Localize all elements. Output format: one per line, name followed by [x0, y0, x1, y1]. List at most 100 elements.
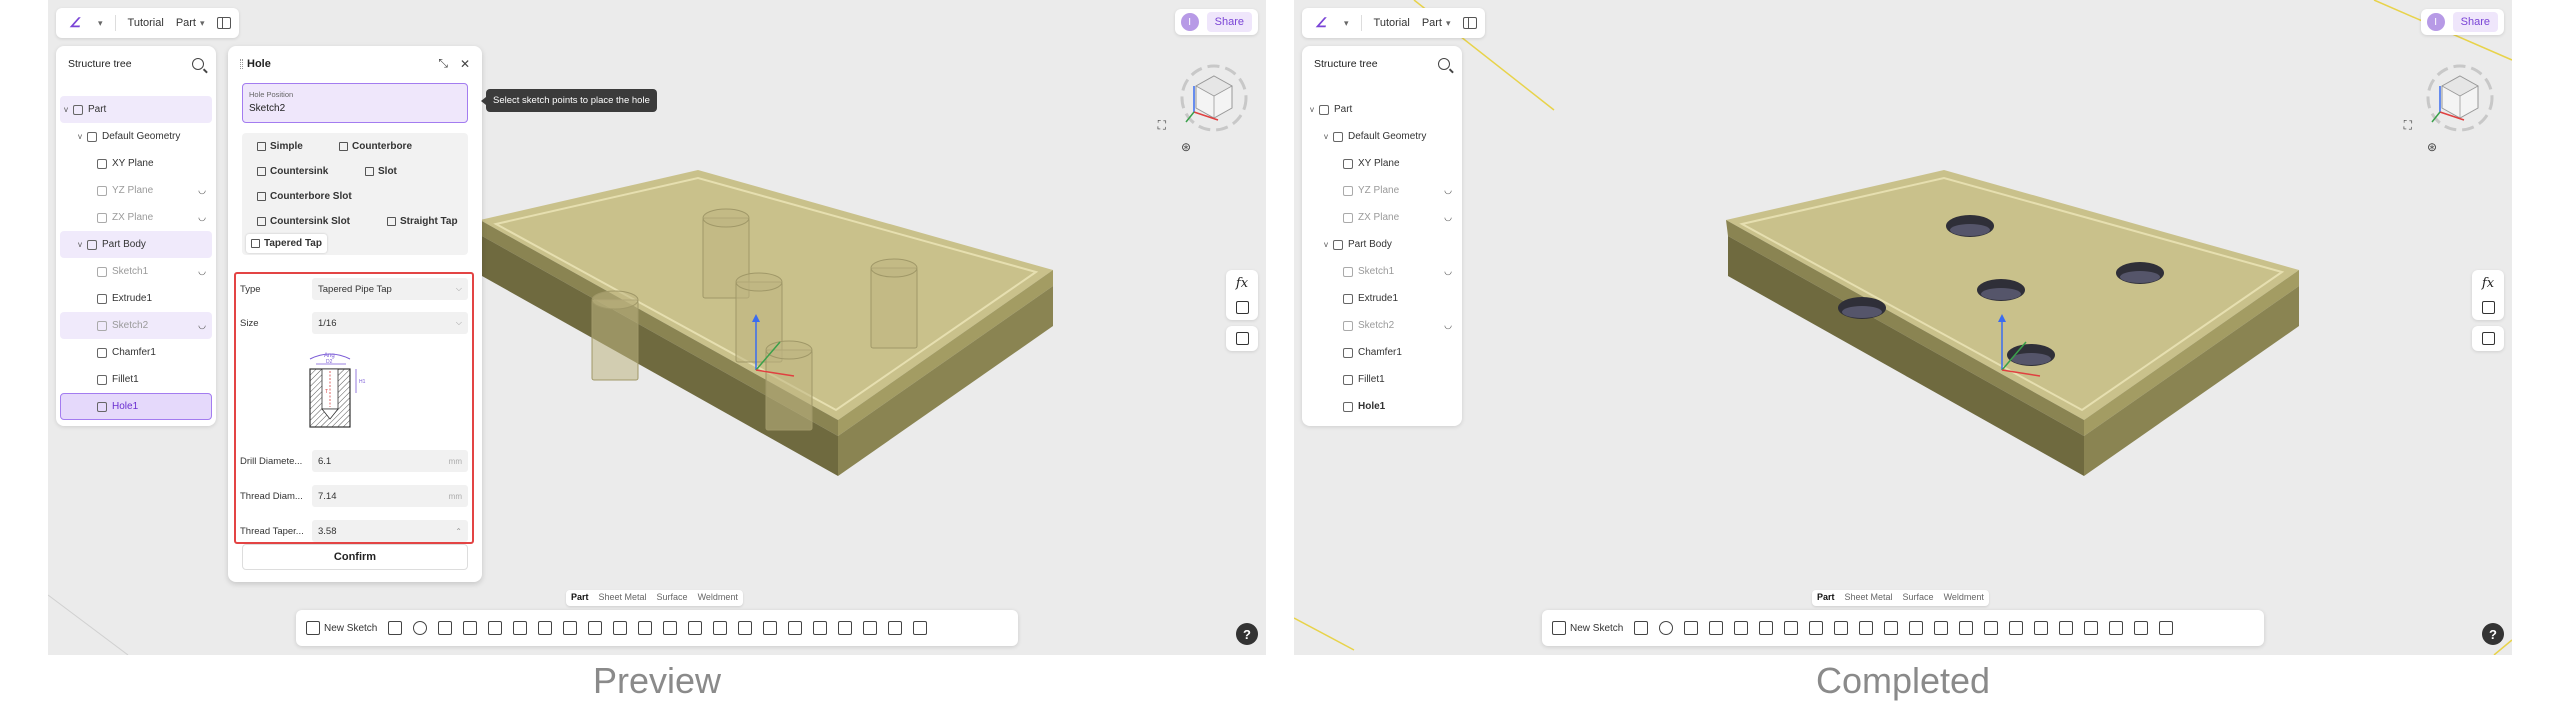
mirror-icon[interactable] — [688, 621, 703, 635]
tree-item-part[interactable]: v Part — [1306, 96, 1458, 123]
type-simple[interactable]: Simple — [252, 137, 308, 156]
chevron-down-icon[interactable]: v — [1324, 132, 1333, 141]
type-select[interactable]: Tapered Pipe Tap ⌵ — [312, 278, 468, 300]
tree-item-yz-plane[interactable]: YZ Plane ◡ — [60, 177, 212, 204]
formula-icon[interactable]: fx — [2482, 276, 2494, 291]
chevron-down-icon[interactable]: ▾ — [98, 18, 103, 29]
thread-taper-input[interactable]: 3.58 ⌃ — [312, 520, 468, 542]
type-slot[interactable]: Slot — [360, 162, 402, 181]
new-sketch-button[interactable]: New Sketch — [1552, 621, 1623, 635]
type-countersink-slot[interactable]: Countersink Slot — [252, 212, 355, 231]
revolve-icon[interactable] — [413, 621, 428, 635]
chevron-down-icon[interactable]: v — [1324, 240, 1333, 249]
tree-item-yz-plane[interactable]: YZ Plane ◡ — [1306, 177, 1458, 204]
info-panel-icon[interactable] — [2481, 332, 2495, 345]
tree-item-part[interactable]: v Part — [60, 96, 212, 123]
tree-item-zx-plane[interactable]: ZX Plane ◡ — [1306, 204, 1458, 231]
panel-toggle-icon[interactable] — [216, 17, 231, 29]
extrude-icon[interactable] — [388, 621, 403, 635]
tab-surface[interactable]: Surface — [652, 590, 693, 606]
tree-item-sketch2[interactable]: Sketch2 ◡ — [1306, 312, 1458, 339]
3d-viewport[interactable] — [1294, 0, 2512, 655]
chevron-down-icon[interactable]: v — [78, 240, 87, 249]
fit-view-icon[interactable]: ⛶ — [1158, 118, 1166, 133]
panel-toggle-icon[interactable] — [1462, 17, 1477, 29]
hole-icon[interactable] — [513, 621, 528, 635]
pattern-icon[interactable] — [663, 621, 678, 635]
hole-icon[interactable] — [1759, 621, 1774, 635]
coordinate-icon[interactable] — [2109, 621, 2124, 635]
tree-item-sketch1[interactable]: Sketch1 ◡ — [60, 258, 212, 285]
fit-view-icon[interactable]: ⛶ — [2404, 118, 2412, 133]
tree-item-extrude1[interactable]: Extrude1 — [1306, 285, 1458, 312]
eye-closed-icon[interactable]: ◡ — [198, 266, 206, 277]
type-counterbore[interactable]: Counterbore — [334, 137, 417, 156]
eye-closed-icon[interactable]: ◡ — [1444, 266, 1452, 277]
type-tapered-tap[interactable]: Tapered Tap — [246, 234, 327, 253]
tree-item-chamfer1[interactable]: Chamfer1 — [1306, 339, 1458, 366]
measure-icon[interactable] — [888, 621, 903, 635]
tree-item-zx-plane[interactable]: ZX Plane ◡ — [60, 204, 212, 231]
tab-surface[interactable]: Surface — [1898, 590, 1939, 606]
tree-item-xy-plane[interactable]: XY Plane — [1306, 150, 1458, 177]
thicken-icon[interactable] — [1884, 621, 1899, 635]
point-icon[interactable] — [838, 621, 853, 635]
extrude-icon[interactable] — [1634, 621, 1649, 635]
draft-icon[interactable] — [588, 621, 603, 635]
chamfer-icon[interactable] — [1809, 621, 1824, 635]
help-button[interactable]: ? — [1236, 623, 1258, 645]
coordinate-icon[interactable] — [863, 621, 878, 635]
tree-item-part-body[interactable]: v Part Body — [1306, 231, 1458, 258]
plane-icon[interactable] — [2034, 621, 2049, 635]
chevron-down-icon[interactable]: v — [64, 105, 73, 114]
loft-icon[interactable] — [463, 621, 478, 635]
sweep-icon[interactable] — [1684, 621, 1699, 635]
tab-weldment[interactable]: Weldment — [693, 590, 743, 606]
hole-position-field[interactable]: Hole Position Sketch2 — [242, 83, 468, 123]
confirm-button[interactable]: Confirm — [242, 544, 468, 570]
type-straight-tap[interactable]: Straight Tap — [382, 212, 463, 231]
tab-part[interactable]: Part — [1812, 590, 1840, 606]
breadcrumb-tutorial[interactable]: Tutorial — [128, 17, 164, 29]
tab-part[interactable]: Part — [566, 590, 594, 606]
formula-icon[interactable]: fx — [1236, 276, 1248, 291]
rib-icon[interactable] — [1734, 621, 1749, 635]
fillet-icon[interactable] — [538, 621, 553, 635]
info-panel-icon[interactable] — [1235, 332, 1249, 345]
tree-item-part-body[interactable]: v Part Body — [60, 231, 212, 258]
view-cube[interactable] — [1174, 58, 1254, 138]
checklist-icon[interactable] — [1235, 301, 1249, 314]
search-icon[interactable] — [1438, 58, 1450, 70]
eye-closed-icon[interactable]: ◡ — [198, 212, 206, 223]
view-settings-icon[interactable]: ⊛ — [1181, 140, 1191, 154]
split-icon[interactable] — [2009, 621, 2024, 635]
tree-item-xy-plane[interactable]: XY Plane — [60, 150, 212, 177]
tree-item-hole1[interactable]: Hole1 — [1306, 393, 1458, 420]
boolean-icon[interactable] — [738, 621, 753, 635]
share-button[interactable]: Share — [2452, 12, 2498, 32]
chevron-down-icon[interactable]: v — [78, 132, 87, 141]
tree-item-chamfer1[interactable]: Chamfer1 — [60, 339, 212, 366]
size-select[interactable]: 1/16 ⌵ — [312, 312, 468, 334]
boolean-icon[interactable] — [1984, 621, 1999, 635]
drill-diameter-input[interactable]: 6.1 mm — [312, 450, 468, 472]
breadcrumb-part[interactable]: Part ▾ — [176, 17, 205, 29]
share-button[interactable]: Share — [1206, 12, 1252, 32]
tab-sheet-metal[interactable]: Sheet Metal — [594, 590, 652, 606]
section-view-icon[interactable] — [2159, 621, 2174, 635]
tree-item-default-geometry[interactable]: v Default Geometry — [60, 123, 212, 150]
sweep-icon[interactable] — [438, 621, 453, 635]
axis-icon[interactable] — [2059, 621, 2074, 635]
eye-closed-icon[interactable]: ◡ — [1444, 212, 1452, 223]
new-sketch-button[interactable]: New Sketch — [306, 621, 377, 635]
revolve-icon[interactable] — [1659, 621, 1674, 635]
eye-closed-icon[interactable]: ◡ — [198, 185, 206, 196]
view-cube[interactable] — [2420, 58, 2500, 138]
drag-handle-icon[interactable] — [240, 58, 243, 69]
avatar[interactable]: I — [2426, 13, 2445, 31]
pattern-icon[interactable] — [1909, 621, 1924, 635]
tab-sheet-metal[interactable]: Sheet Metal — [1840, 590, 1898, 606]
chevron-down-icon[interactable]: v — [1310, 105, 1319, 114]
type-counterbore-slot[interactable]: Counterbore Slot — [252, 187, 357, 206]
move-body-icon[interactable] — [1959, 621, 1974, 635]
